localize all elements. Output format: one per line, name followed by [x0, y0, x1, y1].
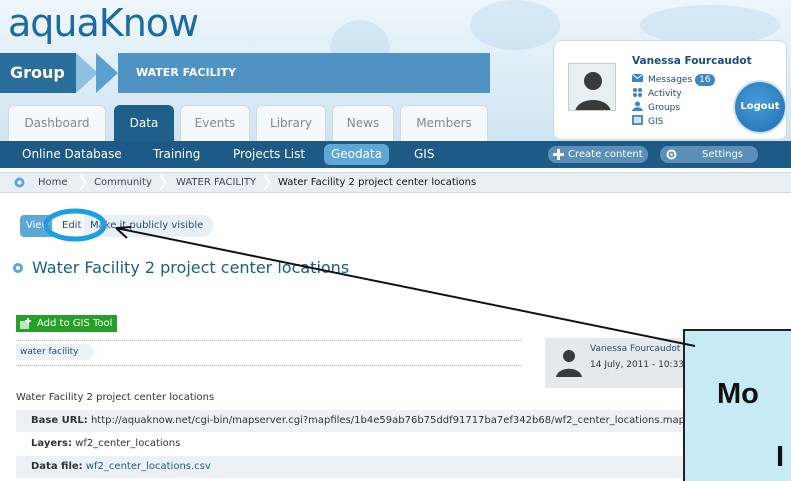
base-url-value: http://aquaknow.net/cgi-bin/mapserver.cg…	[90, 415, 685, 426]
breadcrumb-separator-icon	[159, 175, 168, 190]
tab-dashboard[interactable]: Dashboard	[8, 105, 106, 141]
base-url-row: Base URL: http://aquaknow.net/cgi-bin/ma…	[16, 410, 791, 432]
gear-icon	[666, 149, 677, 160]
secondary-nav: Online Database Training Projects List G…	[0, 141, 791, 168]
add-to-gis-button[interactable]: Add to GIS Tool	[16, 315, 118, 332]
breadcrumb-group[interactable]: WATER FACILITY	[176, 173, 256, 192]
datafile-label: Data file:	[31, 461, 83, 472]
author-date: 14 July, 2011 - 10:33	[590, 360, 685, 370]
annotation-callout-text-2: I	[776, 441, 785, 473]
layers-value: wf2_center_locations	[75, 438, 181, 449]
envelope-icon	[632, 73, 643, 82]
annotation-callout-text: Mo	[717, 378, 759, 410]
breadcrumb-separator-icon	[79, 175, 88, 190]
avatar[interactable]	[568, 63, 616, 111]
datafile-row: Data file: wf2_center_locations.csv	[16, 456, 791, 478]
breadcrumb-community[interactable]: Community	[94, 173, 152, 192]
nav-projects-list[interactable]: Projects List	[233, 141, 305, 168]
chevron-right-icon	[76, 53, 98, 93]
activity-icon	[633, 88, 642, 97]
tab-make-public[interactable]: Make it publicly visible	[84, 215, 214, 237]
create-content-label: Create content	[568, 149, 643, 160]
author-avatar-icon[interactable]	[553, 345, 585, 377]
nav-online-database[interactable]: Online Database	[22, 141, 122, 168]
title-bullet-icon	[13, 263, 23, 273]
annotation-arrow-line	[115, 227, 696, 347]
messages-link[interactable]: Messages 16	[632, 73, 715, 86]
map-icon	[632, 115, 643, 125]
group-label: Group	[0, 53, 76, 93]
settings-button[interactable]: Settings	[660, 146, 758, 163]
datafile-link[interactable]: wf2_center_locations.csv	[86, 461, 211, 472]
nav-gis[interactable]: GIS	[414, 141, 434, 168]
gis-label: GIS	[648, 117, 664, 127]
tab-events[interactable]: Events	[180, 105, 250, 141]
tab-data[interactable]: Data	[114, 105, 174, 141]
layers-row: Layers: wf2_center_locations	[16, 433, 791, 455]
plus-icon	[553, 149, 564, 160]
settings-label: Settings	[702, 149, 744, 160]
tab-edit[interactable]: Edit	[56, 215, 87, 237]
nav-geodata[interactable]: Geodata	[324, 144, 390, 165]
breadcrumb: Home Community WATER FACILITY Water Faci…	[0, 172, 791, 193]
water-splash-decoration	[470, 0, 560, 50]
divider	[16, 340, 521, 341]
messages-count-badge: 16	[695, 74, 715, 86]
groups-link[interactable]: Groups	[632, 101, 680, 113]
nav-training[interactable]: Training	[153, 141, 200, 168]
home-bullet-icon	[14, 177, 25, 188]
tab-members[interactable]: Members	[400, 105, 488, 141]
site-header: aquaKnow Group WATER FACILITY Dashboard …	[0, 0, 791, 141]
add-map-icon	[20, 318, 31, 329]
author-info: Vanessa Fourcaudot 14 July, 2011 - 10:33	[545, 338, 697, 388]
person-icon	[575, 72, 611, 110]
activity-link[interactable]: Activity	[632, 87, 682, 99]
groups-label: Groups	[648, 103, 681, 113]
divider	[16, 365, 521, 366]
activity-label: Activity	[648, 89, 682, 99]
messages-label: Messages	[648, 75, 693, 85]
tag-link[interactable]: water facility	[16, 344, 96, 360]
site-logo[interactable]: aquaKnow	[8, 0, 199, 46]
tab-library[interactable]: Library	[256, 105, 326, 141]
add-to-gis-label: Add to GIS Tool	[37, 318, 113, 329]
base-url-label: Base URL:	[31, 415, 88, 426]
chevron-right-icon	[96, 53, 118, 93]
page-title: Water Facility 2 project center location…	[32, 258, 350, 277]
group-banner: Group WATER FACILITY	[0, 53, 500, 93]
people-icon	[632, 101, 643, 111]
user-panel: Vanessa Fourcaudot Messages 16 Activity G…	[553, 40, 787, 140]
layers-label: Layers:	[31, 438, 72, 449]
group-name[interactable]: WATER FACILITY	[136, 53, 236, 93]
gis-link[interactable]: GIS	[632, 115, 663, 127]
create-content-button[interactable]: Create content	[548, 146, 648, 163]
logout-button[interactable]: Logout	[735, 82, 785, 132]
breadcrumb-separator-icon	[263, 175, 272, 190]
tab-news[interactable]: News	[332, 105, 394, 141]
breadcrumb-home[interactable]: Home	[38, 173, 68, 192]
breadcrumb-current: Water Facility 2 project center location…	[278, 177, 477, 188]
author-name[interactable]: Vanessa Fourcaudot	[590, 344, 680, 354]
water-splash-decoration	[640, 5, 780, 45]
description: Water Facility 2 project center location…	[16, 392, 215, 403]
user-name[interactable]: Vanessa Fourcaudot	[632, 55, 752, 67]
tab-view[interactable]: View	[20, 215, 52, 237]
